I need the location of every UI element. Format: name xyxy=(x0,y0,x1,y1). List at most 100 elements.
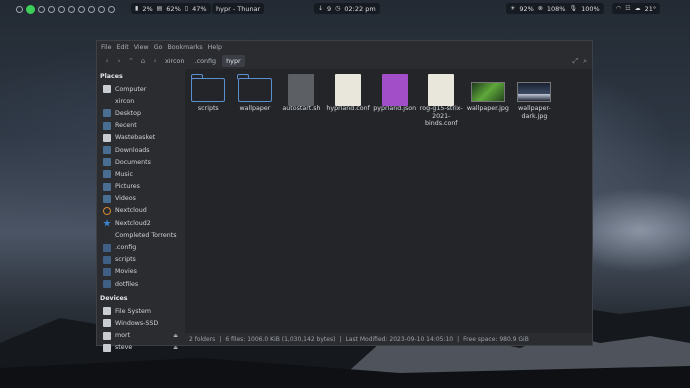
sidebar-item[interactable]: Recent xyxy=(97,120,185,132)
downloads-count: 9 xyxy=(327,4,332,13)
file-item[interactable]: wallpaper.jpg xyxy=(465,71,512,128)
file-name: wallpaper.jpg xyxy=(466,105,509,112)
quick-settings[interactable]: ☀ 92% ⊗ 108% 🎙 100% xyxy=(506,3,604,14)
status-bar: 2 folders | 6 files: 1006.0 KiB (1,030,1… xyxy=(97,333,592,345)
menu-view[interactable]: View xyxy=(134,44,149,51)
workspace-dot-9[interactable] xyxy=(98,5,105,13)
breadcrumb-item[interactable]: hypr xyxy=(222,55,245,67)
workspace-dot-10[interactable] xyxy=(108,5,115,13)
workspace-dot-2[interactable] xyxy=(26,4,35,14)
status-free: Free space: 980.9 GiB xyxy=(463,335,529,343)
file-icon-shape xyxy=(470,82,505,102)
search-icon[interactable]: ⌕ xyxy=(583,57,587,66)
shell-script-icon xyxy=(284,74,318,106)
file-item[interactable]: hyprland.conf xyxy=(325,71,372,128)
eject-icon[interactable]: ⏏ xyxy=(173,345,178,351)
sidebar-item[interactable]: Nextcloud2 xyxy=(97,217,185,229)
sidebar-item[interactable]: Nextcloud xyxy=(97,205,185,217)
sidebar-item[interactable]: xircon xyxy=(97,95,185,107)
file-name: autostart.sh xyxy=(282,105,321,112)
sidebar-item-label: Nextcloud2 xyxy=(115,219,151,227)
weather-icon: ☁ xyxy=(634,5,641,12)
workspace-dot-8[interactable] xyxy=(88,5,95,13)
sidebar-item-label: Recent xyxy=(115,122,137,130)
breadcrumb-item[interactable]: xircon xyxy=(161,55,189,67)
folder-icon xyxy=(103,280,111,289)
volume-icon[interactable]: ⊗ xyxy=(538,5,543,12)
device-item-label: Windows-SSD xyxy=(115,319,159,327)
menu-help[interactable]: Help xyxy=(208,44,222,51)
sidebar-item[interactable]: scripts xyxy=(97,254,185,266)
path-left-arrow-icon[interactable]: ‹ xyxy=(149,57,161,65)
sidebar-item[interactable]: .config xyxy=(97,241,185,253)
sidebar-item-label: Desktop xyxy=(115,109,141,117)
wifi-icon[interactable]: ◠ xyxy=(616,5,621,12)
forward-icon[interactable]: › xyxy=(113,57,125,65)
sidebar-item[interactable]: Computer xyxy=(97,83,185,95)
menu-edit[interactable]: Edit xyxy=(117,44,129,51)
file-item[interactable]: wallpaper xyxy=(232,71,279,128)
drive-icon xyxy=(103,307,111,316)
download-icon: ↓ xyxy=(318,5,324,12)
memory-icon: ▤ xyxy=(156,5,163,12)
workspace-dot-6[interactable] xyxy=(68,5,75,13)
folder-icon xyxy=(103,255,111,264)
sidebar-item[interactable]: Videos xyxy=(97,193,185,205)
breadcrumb: xircon .config hypr xyxy=(161,55,245,67)
home-icon xyxy=(103,97,111,105)
sidebar-item[interactable]: Desktop xyxy=(97,107,185,119)
workspace-dot-5[interactable] xyxy=(58,5,65,13)
file-item[interactable]: rog-g15-strix-2021-binds.conf xyxy=(418,71,465,128)
workspace-dot-7[interactable] xyxy=(78,5,85,13)
settings-icon[interactable]: ☷ xyxy=(625,5,630,12)
clock-area[interactable]: ↓ 9 ◷ 02:22 pm xyxy=(314,3,380,14)
menu-bookmarks[interactable]: Bookmarks xyxy=(167,44,202,51)
device-item[interactable]: File System xyxy=(97,305,185,317)
status-sep-icon: | xyxy=(339,335,342,343)
expand-icon[interactable]: ⤢ xyxy=(572,57,578,66)
sidebar-item[interactable]: Movies xyxy=(97,266,185,278)
nextcloud-star-icon xyxy=(103,219,111,227)
status-sep-icon: | xyxy=(219,335,222,343)
file-icon-shape xyxy=(335,74,362,106)
system-stats: ▮ 2% ▤ 62% ▯ 47% xyxy=(131,3,211,14)
menu-file[interactable]: File xyxy=(101,44,112,51)
up-icon[interactable]: ⌃ xyxy=(125,57,137,65)
drive-icon xyxy=(103,319,111,328)
sidebar-item-label: Nextcloud xyxy=(115,207,147,215)
breadcrumb-item[interactable]: .config xyxy=(191,55,221,67)
status-folders: 2 folders xyxy=(189,335,216,343)
window-title-text: hypr - Thunar xyxy=(216,4,261,13)
temperature: 21° xyxy=(644,4,657,13)
workspace-dot-4[interactable] xyxy=(48,5,55,13)
sidebar-item[interactable]: Music xyxy=(97,168,185,180)
disk-icon: ▯ xyxy=(184,5,189,12)
file-item[interactable]: pyprland.json xyxy=(371,71,418,128)
device-item[interactable]: Windows-SSD xyxy=(97,317,185,329)
sidebar-item[interactable]: Completed Torrents xyxy=(97,229,185,241)
microphone-icon[interactable]: 🎙 xyxy=(569,5,577,12)
places-heading: Places xyxy=(100,73,123,80)
folder-icon xyxy=(103,267,111,276)
folder-icon xyxy=(237,74,272,102)
folder-icon xyxy=(103,243,111,252)
back-icon[interactable]: ‹ xyxy=(101,57,113,65)
sidebar-item-label: Computer xyxy=(115,85,147,93)
workspace-dot-3[interactable] xyxy=(38,5,45,13)
home-icon[interactable]: ⌂ xyxy=(137,57,149,65)
file-item[interactable]: scripts xyxy=(185,71,232,128)
sidebar-item[interactable]: Downloads xyxy=(97,144,185,156)
workspace-dot-1[interactable] xyxy=(16,5,23,13)
file-item[interactable]: wallpaper-dark.jpg xyxy=(511,71,558,128)
menu-go[interactable]: Go xyxy=(154,44,163,51)
sidebar-item[interactable]: Pictures xyxy=(97,181,185,193)
sidebar-item-label: Documents xyxy=(115,158,151,166)
pictures-icon xyxy=(103,182,111,191)
file-icon-shape xyxy=(517,82,552,102)
sidebar-item[interactable]: dotfiles xyxy=(97,278,185,290)
file-item[interactable]: autostart.sh xyxy=(278,71,325,128)
sidebar-item-label: dotfiles xyxy=(115,280,139,288)
documents-icon xyxy=(103,158,111,167)
sidebar-item[interactable]: Documents xyxy=(97,156,185,168)
sidebar-item[interactable]: Wastebasket xyxy=(97,132,185,144)
